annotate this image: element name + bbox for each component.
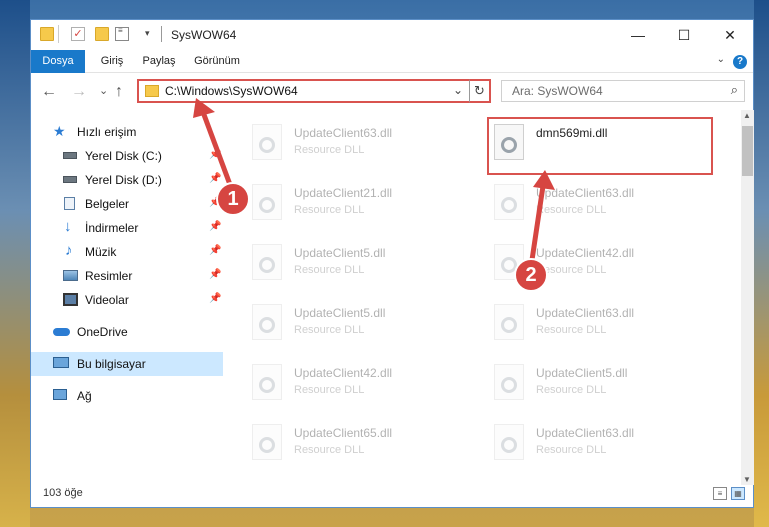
annotation-arrows (193, 98, 555, 261)
arrow-2-head (533, 170, 555, 190)
arrow-1 (200, 111, 235, 191)
step-1-badge: 1 (216, 182, 250, 216)
arrow-1-head (193, 98, 215, 118)
step-2-badge: 2 (514, 258, 548, 292)
arrow-2 (529, 185, 546, 261)
